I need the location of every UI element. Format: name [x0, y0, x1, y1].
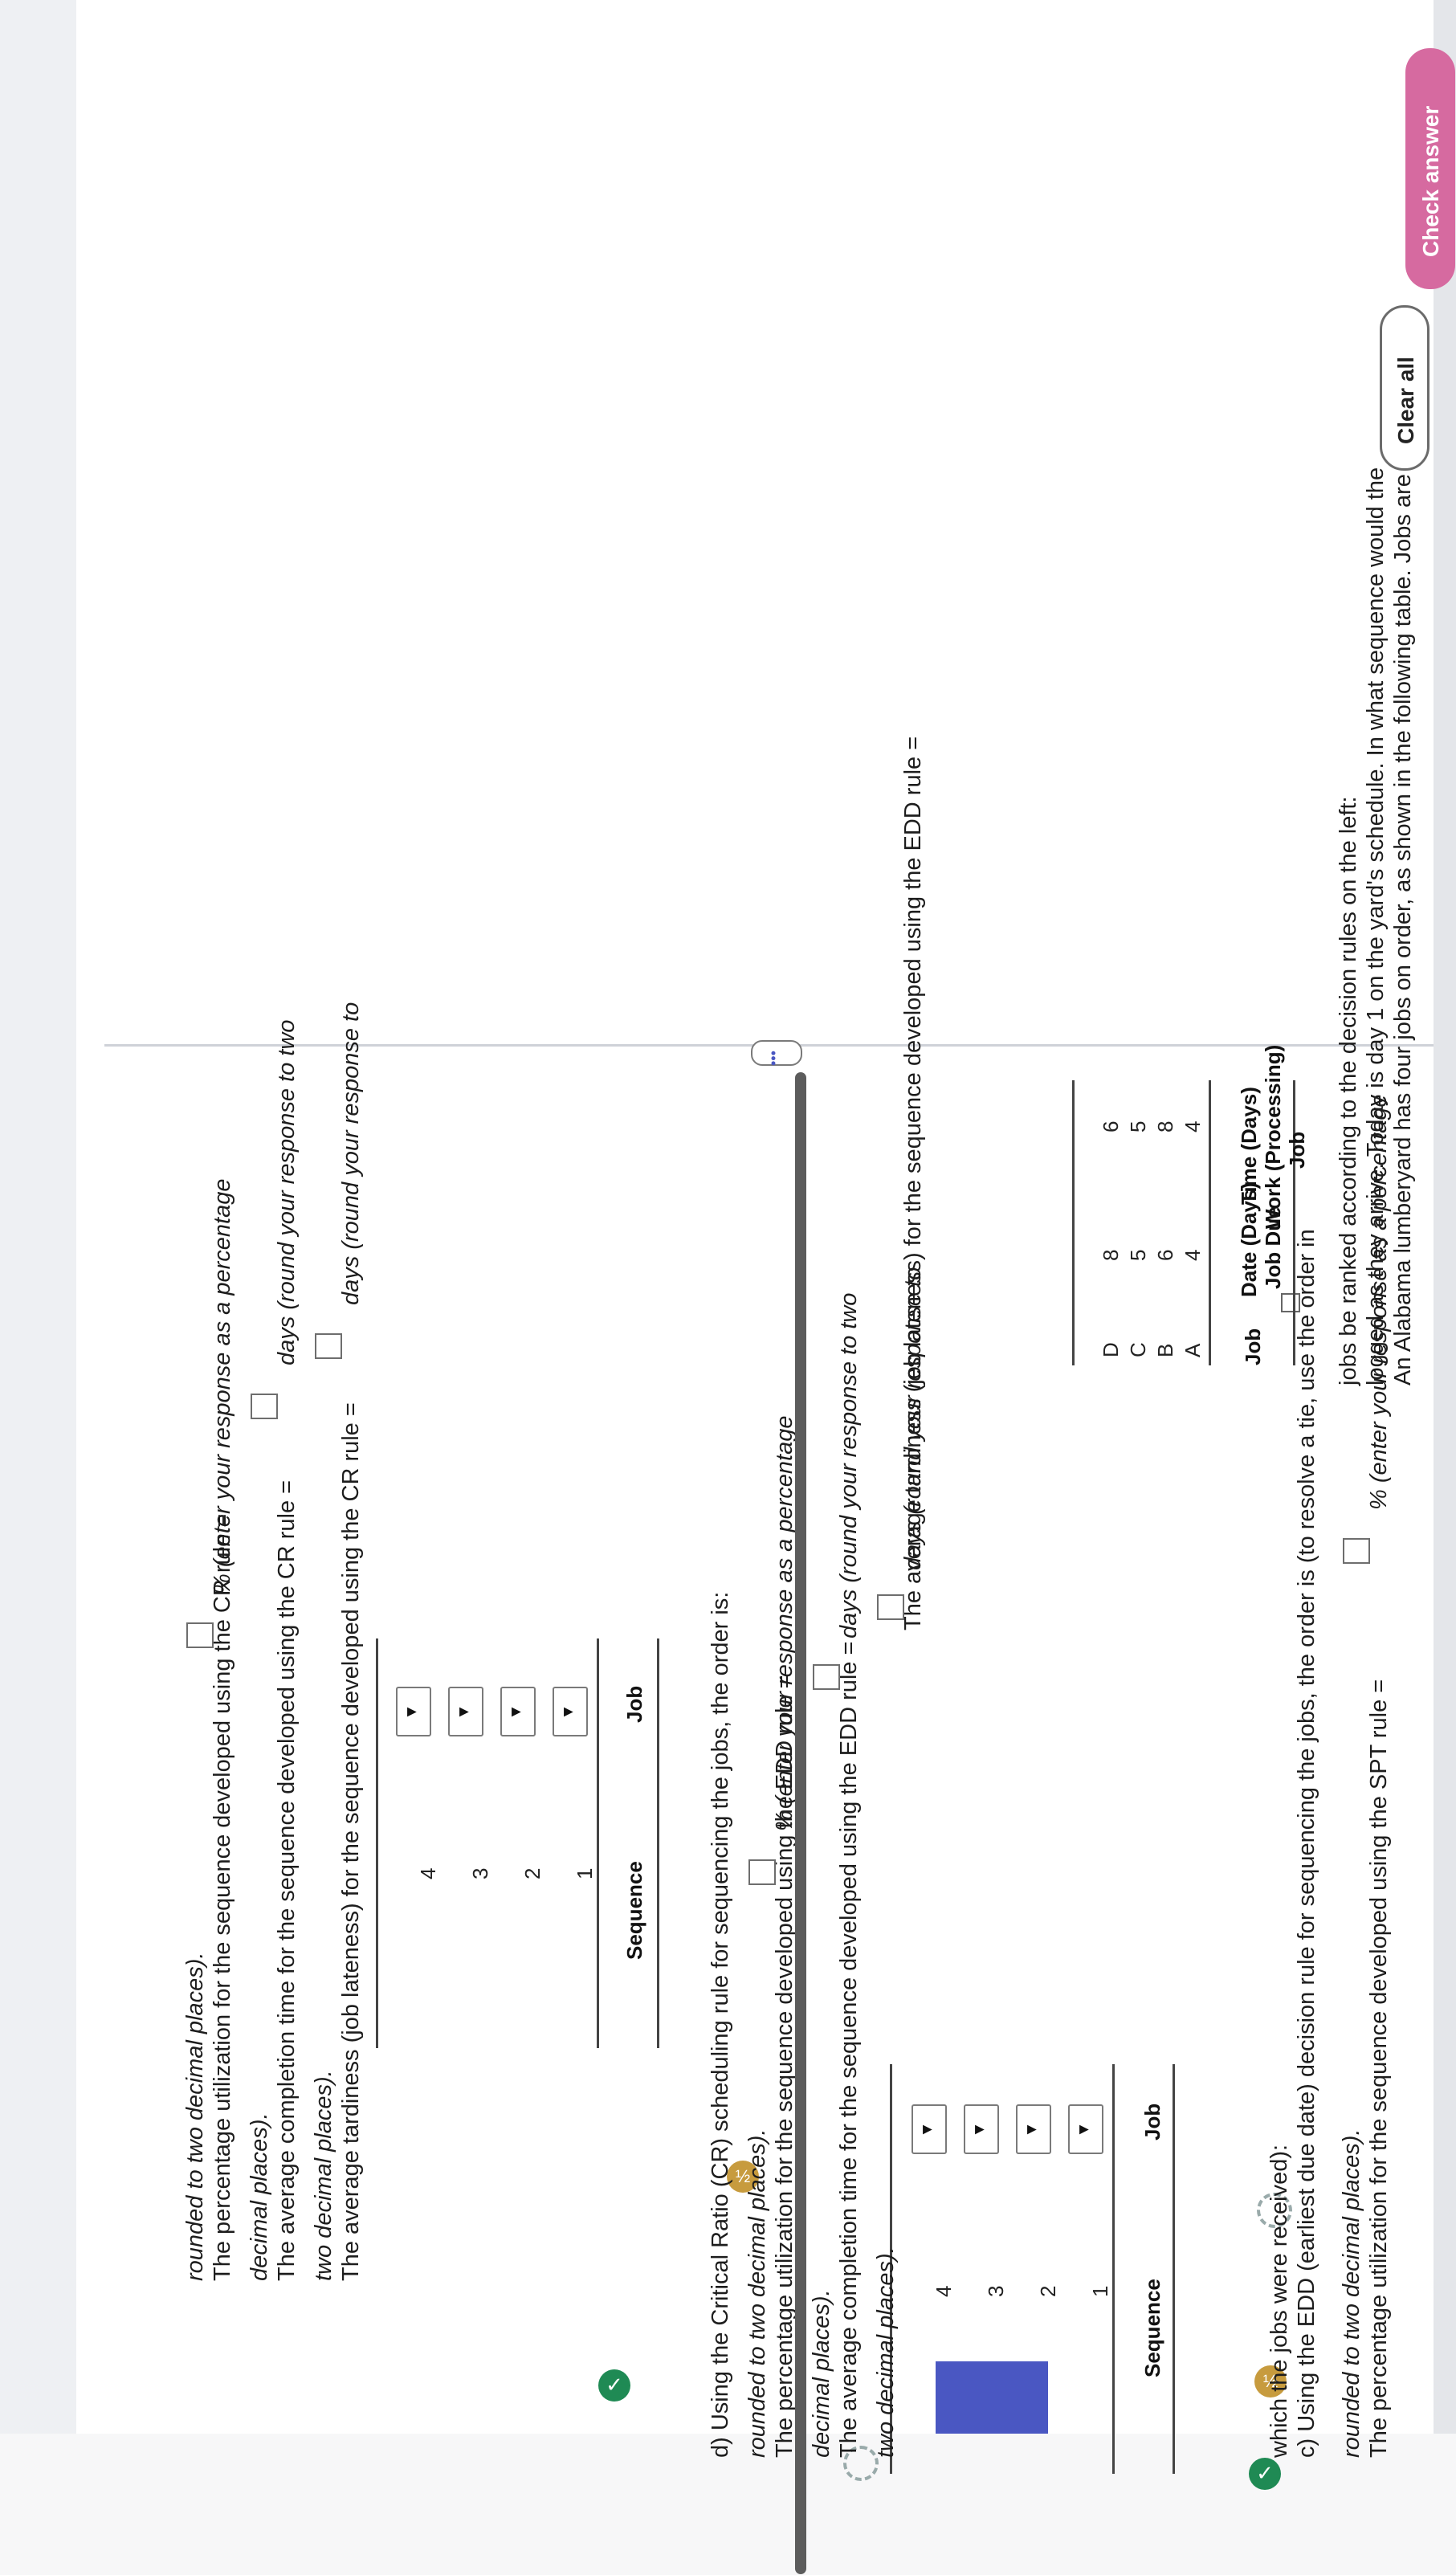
edd-question-text-1: c) Using the EDD (earliest due date) dec… — [1294, 1229, 1319, 2458]
cr-completion-hint: days (round your response to two — [274, 1019, 300, 1365]
check-answer[interactable]: Check answer — [1405, 48, 1455, 289]
problem-table-bottom-rule — [1072, 1080, 1075, 1365]
cr-pct-hint: % (enter your response as a percentage — [210, 1178, 235, 1594]
active-marker — [0, 0, 76, 2575]
problem-table-header-rule — [1209, 1080, 1211, 1365]
edd-job-2-dropdown[interactable]: ▼ — [1016, 2104, 1051, 2154]
edd-question-text-2: which the jobs were received): — [1266, 2144, 1292, 2458]
edd-job-header: Job — [1140, 2103, 1164, 2140]
chevron-down-icon: ▼ — [559, 1704, 577, 1720]
cr-completion-answer-box[interactable] — [251, 1394, 278, 1419]
cr-seq-4: 4 — [416, 1867, 440, 1879]
cr-pct-answer-box[interactable] — [186, 1622, 214, 1648]
edd-table-top-rule — [1173, 2064, 1175, 2474]
problem-line-3: jobs be ranked according to the decision… — [1336, 796, 1361, 1385]
check-answer-label: Check answer — [1418, 105, 1443, 257]
clear-all[interactable]: Clear all — [1380, 305, 1429, 471]
cr-seq-1: 1 — [573, 1867, 597, 1879]
cr-question-text: d) Using the Critical Ratio (CR) schedul… — [708, 1591, 733, 2458]
chevron-down-icon: ▼ — [402, 1704, 421, 1720]
content-layer: ✓ ½ ½ ✓ An Alabama lumberyard has four j… — [0, 0, 1456, 2575]
problem-col-work-3: Time (Days) — [1237, 1087, 1261, 1205]
problem-row-job: A — [1181, 1343, 1205, 1357]
edd-pct-hint: % (enter your response as a percentage — [772, 1415, 797, 1831]
cr-table-header-rule — [597, 1638, 599, 2048]
chevron-down-icon: ▼ — [455, 1704, 473, 1720]
chevron-down-icon: ▼ — [918, 2121, 936, 2138]
edd-completion-answer-box[interactable] — [813, 1664, 840, 1690]
edd-job-4-dropdown[interactable]: ▼ — [912, 2104, 947, 2154]
edd-seq-4: 4 — [932, 2285, 956, 2297]
edd-tardiness-hint-2: two decimal places). — [873, 2246, 899, 2458]
spt-pct-hint-text-2: rounded to two decimal places). — [1339, 2128, 1364, 2458]
cr-job-1-dropdown[interactable]: ▼ — [553, 1687, 588, 1736]
chevron-down-icon: ▼ — [1075, 2121, 1093, 2138]
clear-all-label: Clear all — [1393, 357, 1418, 444]
spt-pct-answer-box[interactable] — [1343, 1538, 1370, 1564]
scrollbar[interactable] — [795, 1072, 806, 2574]
cr-job-3-dropdown[interactable]: ▼ — [448, 1687, 483, 1736]
spt-pct-text: The percentage utilization for the seque… — [1365, 1679, 1393, 2458]
problem-row-work: 6 — [1099, 1120, 1123, 1132]
cr-completion-hint-2: decimal places). — [247, 2112, 272, 2281]
part-b-check-icon[interactable]: ✓ — [1249, 2458, 1281, 2490]
cr-tardiness-answer-box[interactable] — [315, 1333, 342, 1359]
cr-job-4-dropdown[interactable]: ▼ — [396, 1687, 431, 1736]
edd-completion-hint: days (round your response to two — [836, 1292, 862, 1638]
edd-tardiness-hint: days (round your response to — [900, 1267, 926, 1570]
cr-tardiness-hint: days (round your response to — [338, 1002, 364, 1305]
edd-job-1-dropdown[interactable]: ▼ — [1068, 2104, 1103, 2154]
cr-seq-3: 3 — [468, 1867, 492, 1879]
problem-row-work: 4 — [1181, 1120, 1205, 1132]
problem-row-due: 4 — [1181, 1249, 1205, 1261]
problem-row-due: 8 — [1099, 1249, 1123, 1261]
cr-sequence-header: Sequence — [622, 1861, 646, 1960]
problem-row-due: 5 — [1126, 1249, 1150, 1261]
more-options-button[interactable]: ••• — [751, 1040, 802, 1066]
problem-row-work: 8 — [1153, 1120, 1177, 1132]
edd-tardiness-answer-box[interactable] — [877, 1594, 904, 1620]
cr-pct-hint-2: rounded to two decimal places). — [182, 1952, 208, 2281]
spt-pct-hint-text: % (enter your response as a percentage — [1366, 1094, 1392, 1510]
problem-row-due: 6 — [1153, 1249, 1177, 1261]
top-band — [1434, 0, 1456, 2575]
chevron-down-icon: ▼ — [1022, 2121, 1041, 2138]
edd-seq-3: 3 — [984, 2285, 1008, 2297]
cr-completion-text: The average completion time for the sequ… — [274, 1479, 300, 2281]
problem-row-work: 5 — [1126, 1120, 1150, 1132]
edd-pct-hint-2: rounded to two decimal places). — [744, 2128, 770, 2458]
edd-job-3-dropdown[interactable]: ▼ — [964, 2104, 999, 2154]
cr-table-bottom-rule — [376, 1638, 378, 2048]
edd-pct-answer-box[interactable] — [748, 1859, 776, 1885]
problem-row-job: C — [1126, 1342, 1150, 1357]
edd-completion-text: The average completion time for the sequ… — [836, 1641, 862, 2458]
cr-table-top-rule — [657, 1638, 659, 2048]
edd-seq-1: 1 — [1088, 2285, 1112, 2297]
edd-completion-hint-2: decimal places). — [809, 2289, 834, 2458]
part-d-check-icon[interactable]: ✓ — [598, 2369, 630, 2402]
edd-sequence-header: Sequence — [1140, 2279, 1164, 2377]
edd-table-header-rule — [1112, 2064, 1115, 2474]
cr-tardiness-text: The average tardiness (job lateness) for… — [338, 1402, 364, 2281]
cr-job-2-dropdown[interactable]: ▼ — [500, 1687, 536, 1736]
chevron-down-icon: ▼ — [970, 2121, 989, 2138]
problem-line-1: An Alabama lumberyard has four jobs on o… — [1390, 474, 1416, 1385]
chevron-down-icon: ▼ — [507, 1704, 525, 1720]
more-icon: ••• — [765, 1051, 781, 1066]
edd-seq-2: 2 — [1036, 2285, 1060, 2297]
cr-job-header: Job — [622, 1685, 646, 1723]
problem-col-work-1: Job — [1285, 1131, 1309, 1169]
cr-seq-2: 2 — [520, 1867, 544, 1879]
cr-tardiness-hint-2: two decimal places). — [311, 2070, 336, 2281]
problem-col-work-2: Work (Processing) — [1261, 1044, 1285, 1229]
spt-pct-prompt-text: The percentage utilization for the seque… — [1366, 1679, 1392, 2458]
problem-col-job: Job — [1241, 1328, 1265, 1365]
problem-row-job: D — [1099, 1342, 1123, 1357]
problem-row-job: B — [1153, 1343, 1177, 1357]
